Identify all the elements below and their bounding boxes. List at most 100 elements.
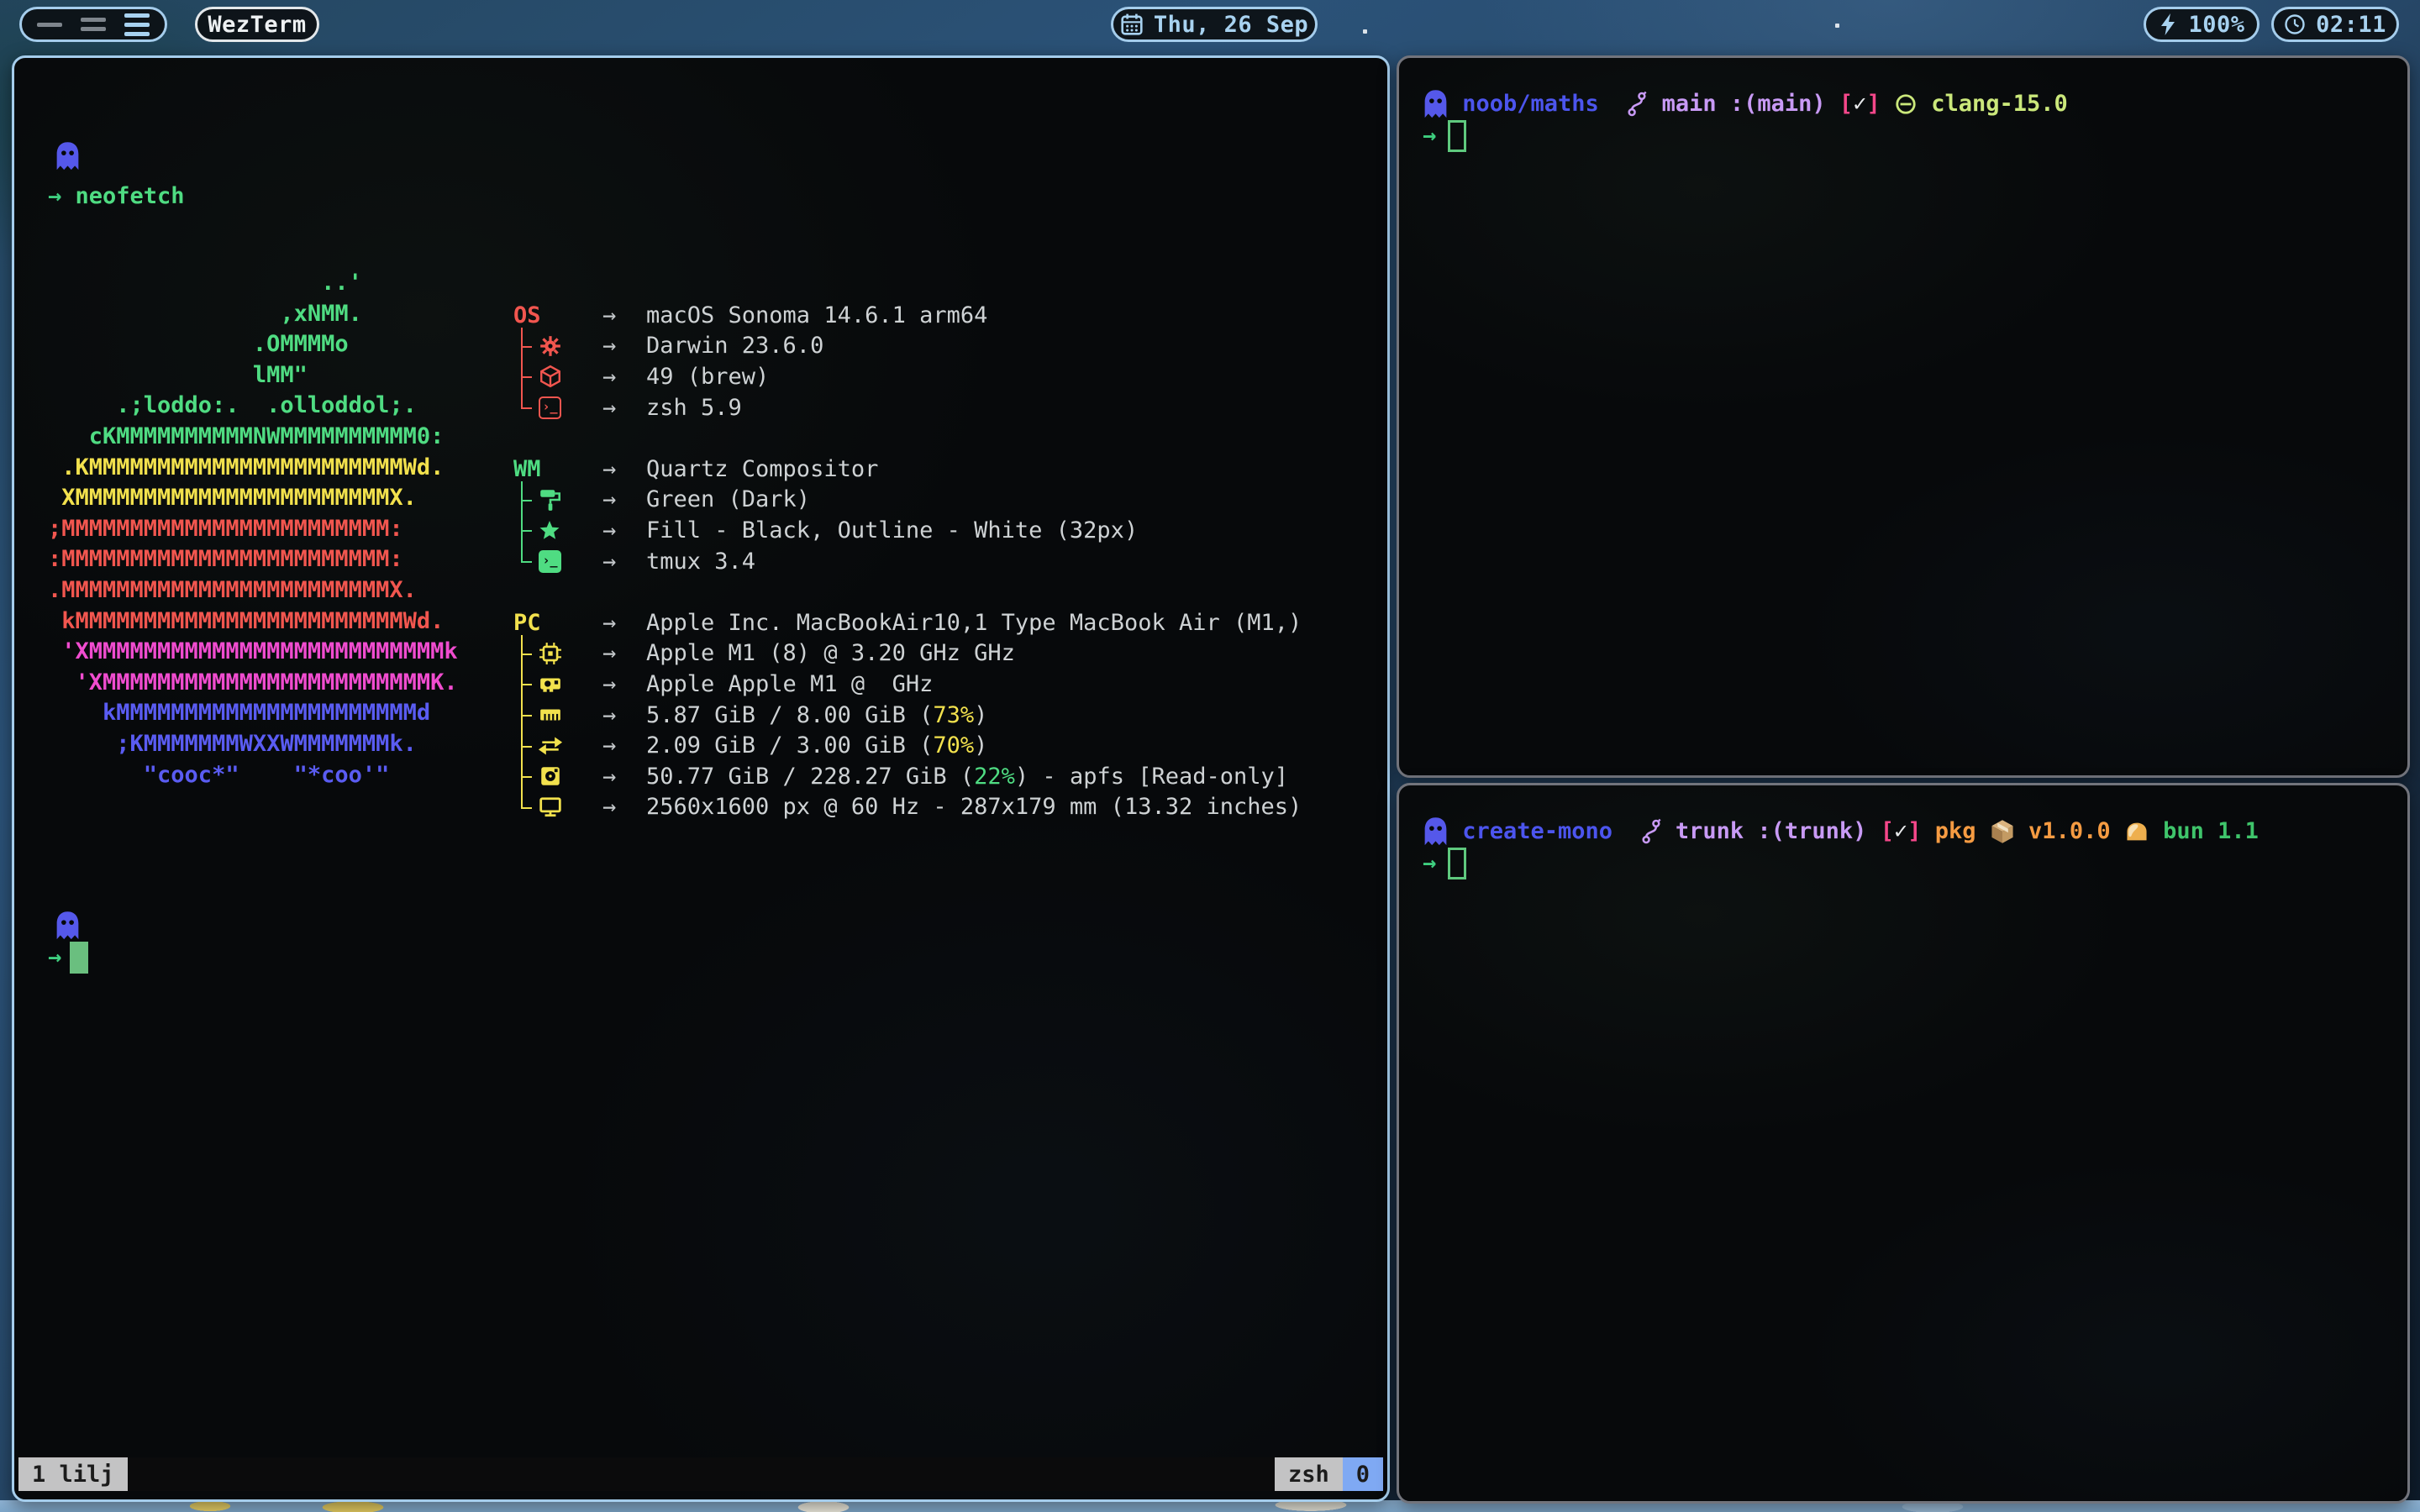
cpu-icon [539, 642, 562, 665]
c-compiler-icon [1894, 92, 1918, 116]
swap-icon [539, 734, 562, 758]
three-lines-icon[interactable] [124, 13, 150, 36]
neofetch-section-header: PC→Apple Inc. MacBookAir10,1 Type MacBoo… [513, 607, 1302, 638]
tree-branch-line [513, 485, 539, 516]
text-cursor [1448, 120, 1466, 152]
section-label: WM [513, 456, 541, 482]
ascii-art-line: ,xNMM. [48, 299, 458, 330]
ghost-icon [1423, 816, 1449, 847]
terminal-pane-bottom-right[interactable]: create-mono trunk :(trunk) [✓] pkg v1.0.… [1397, 783, 2410, 1504]
shell-prompt-line: create-mono trunk :(trunk) [✓] pkg v1.0.… [1423, 816, 2259, 847]
neofetch-item-value: tmux 3.4 [646, 549, 755, 575]
neofetch-item-row: →2560x1600 px @ 60 Hz - 287x179 mm (13.3… [513, 792, 1302, 823]
ghost-icon [55, 911, 81, 941]
arrow-icon: → [602, 794, 646, 820]
shell-prompt-line[interactable]: → [48, 942, 88, 973]
arrow-icon: → [602, 732, 646, 759]
ascii-art-line: kMMMMMMMMMMMMMMMMMMMMMMMMWd. [48, 606, 458, 638]
neofetch-item-row: →5.87 GiB / 8.00 GiB (73%) [513, 700, 1302, 731]
neofetch-item-row: →2.09 GiB / 3.00 GiB (70%) [513, 730, 1302, 761]
neofetch-item-row: →Darwin 23.6.0 [513, 331, 1302, 362]
arrow-icon: → [602, 549, 646, 575]
tmux-window-tab[interactable]: 1 lilj [18, 1457, 128, 1491]
tmux-status-bar: 1 lilj zsh 0 [18, 1457, 1383, 1491]
two-lines-icon[interactable] [81, 18, 106, 31]
prompt-ghost-line [55, 140, 81, 171]
neofetch-info-block: OS→macOS Sonoma 14.6.1 arm64→Darwin 23.6… [513, 300, 1302, 822]
section-header-value: macOS Sonoma 14.6.1 arm64 [646, 302, 987, 328]
ascii-art-line: XMMMMMMMMMMMMMMMMMMMMMMMX. [48, 483, 458, 514]
command-line: → neofetch [48, 181, 185, 212]
branch-icon [1640, 818, 1662, 845]
tree-branch-line [513, 331, 539, 362]
star-dot [1835, 24, 1839, 28]
arrow-icon: → [602, 610, 646, 636]
ascii-art-line: kMMMMMMMMMMMMMMMMMMMMMMd [48, 698, 458, 729]
ascii-art-line: :MMMMMMMMMMMMMMMMMMMMMMMM: [48, 544, 458, 575]
arrow-icon: → [602, 486, 646, 512]
arrow-icon: → [602, 333, 646, 359]
package-box-icon [1990, 818, 2015, 845]
neofetch-item-row: →Green (Dark) [513, 485, 1302, 516]
neofetch-section-header: OS →macOS Sonoma 14.6.1 arm64 [513, 300, 1302, 331]
section-label: PC [513, 610, 541, 636]
text-cursor [70, 942, 88, 974]
bread-icon [2124, 819, 2149, 844]
window-controls[interactable] [19, 7, 167, 42]
neofetch-item-row: →Fill - Black, Outline - White (32px) [513, 515, 1302, 546]
neofetch-item-row: →49 (brew) [513, 361, 1302, 392]
arrow-icon: → [602, 702, 646, 728]
gpu-icon [539, 672, 562, 696]
battery-bolt-icon [2158, 13, 2178, 36]
ascii-art-line: .;loddo:. .olloddol;. [48, 391, 458, 422]
ascii-art-line: .KMMMMMMMMMMMMMMMMMMMMMMMWd. [48, 453, 458, 484]
tree-branch-line [513, 761, 539, 792]
neofetch-item-row: ›_→zsh 5.9 [513, 392, 1302, 423]
package-icon [539, 365, 562, 388]
one-line-icon[interactable] [37, 23, 62, 27]
terminal-pane-left[interactable]: → neofetch ..' ,xNMM. .OMMMMo lMM" .;lod… [12, 55, 1390, 1502]
ascii-art-line: .MMMMMMMMMMMMMMMMMMMMMMMMX. [48, 575, 458, 606]
neofetch-item-value: zsh 5.9 [646, 395, 742, 421]
tree-branch-line [513, 700, 539, 731]
section-label: OS [513, 302, 541, 328]
ghost-icon [1423, 89, 1449, 119]
shell-input-line[interactable]: → [1423, 848, 1466, 879]
ghost-icon [55, 141, 81, 171]
text-cursor [1448, 848, 1466, 879]
calendar-icon [1120, 13, 1144, 36]
ascii-art-line: 'XMMMMMMMMMMMMMMMMMMMMMMMMMMk [48, 637, 458, 668]
memory-icon [539, 703, 562, 727]
arrow-icon: → [602, 764, 646, 790]
status-session-index: 0 [1343, 1457, 1383, 1491]
neofetch-item-value: Fill - Black, Outline - White (32px) [646, 517, 1138, 543]
date-pill: Thu, 26 Sep [1111, 7, 1318, 42]
neofetch-item-value: Apple M1 (8) @ 3.20 GHz GHz [646, 640, 1015, 666]
neofetch-ascii-apple-logo: ..' ,xNMM. .OMMMMo lMM" .;loddo:. .ollod… [48, 268, 458, 790]
paint-roller-icon [539, 487, 562, 512]
tree-branch-line [513, 792, 539, 823]
shell-input-line[interactable]: → [1423, 120, 1466, 151]
prompt-ghost-line [55, 910, 81, 941]
arrow-icon: → [602, 302, 646, 328]
ascii-art-line: .OMMMMo [48, 329, 458, 360]
arrow-icon: → [602, 640, 646, 666]
neofetch-item-value: 49 (brew) [646, 364, 769, 390]
ascii-art-line: ;MMMMMMMMMMMMMMMMMMMMMMMM: [48, 514, 458, 545]
branch-icon [1626, 91, 1648, 118]
ascii-art-line: cKMMMMMMMMMMNWMMMMMMMMMM0: [48, 422, 458, 453]
neofetch-item-row: ›_ →tmux 3.4 [513, 546, 1302, 577]
tree-branch-line [513, 361, 539, 392]
neofetch-item-row: →Apple M1 (8) @ 3.20 GHz GHz [513, 638, 1302, 669]
tree-branch-line [513, 392, 539, 423]
section-header-value: Quartz Compositor [646, 456, 878, 482]
ascii-art-line: ;KMMMMMMMWXXWMMMMMMMk. [48, 729, 458, 760]
neofetch-item-value: Green (Dark) [646, 486, 810, 512]
status-bar-filler [128, 1457, 1275, 1491]
neofetch-item-value: 50.77 GiB / 228.27 GiB (22%) - apfs [Rea… [646, 764, 1288, 790]
terminal-filled-icon: ›_ [539, 550, 561, 573]
terminal-pane-top-right[interactable]: noob/maths main :(main) [✓] clang-15.0 → [1397, 55, 2410, 778]
ascii-art-line: lMM" [48, 360, 458, 391]
terminal-outline-icon: ›_ [539, 396, 561, 419]
neofetch-item-value: Darwin 23.6.0 [646, 333, 823, 359]
